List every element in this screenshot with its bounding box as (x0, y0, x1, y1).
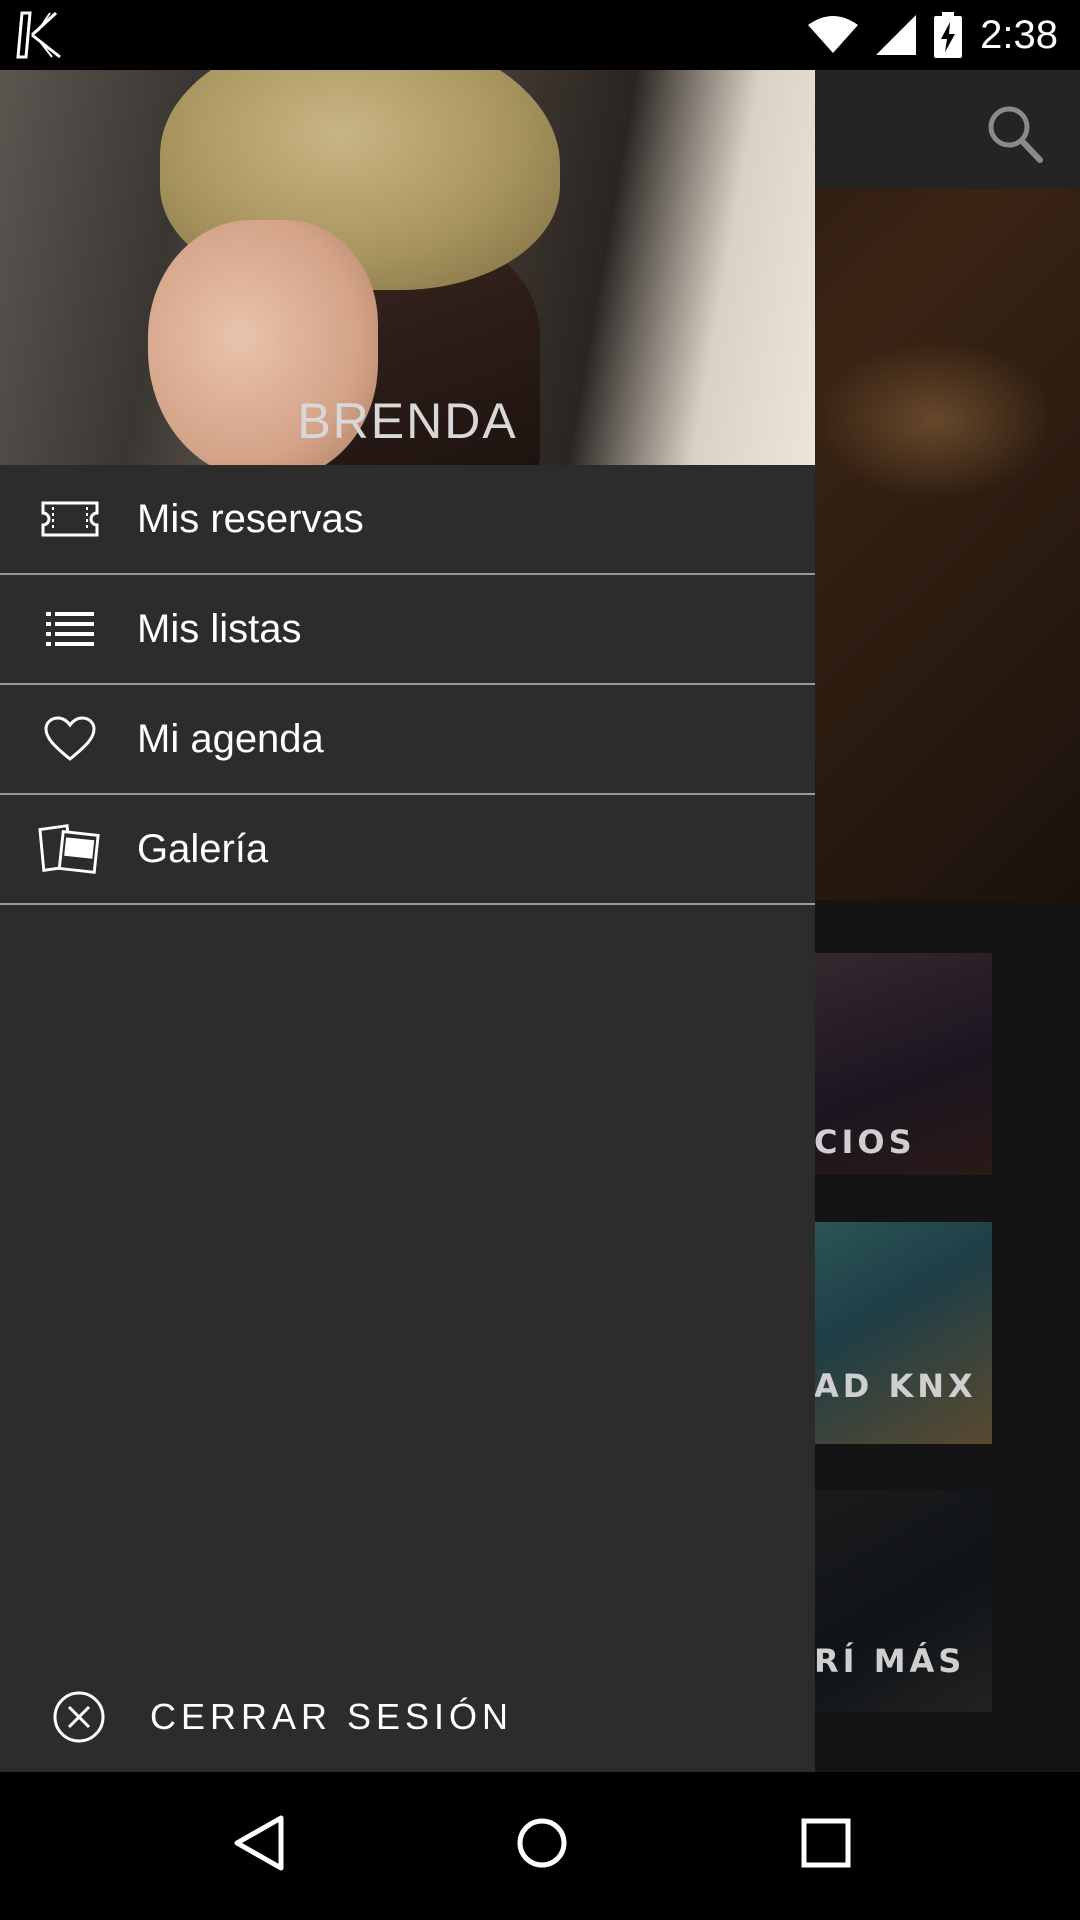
signal-icon (876, 15, 917, 55)
profile-header[interactable]: BRENDA (0, 70, 815, 465)
app-logo-icon (16, 11, 61, 59)
menu-item-label: Galería (137, 826, 269, 871)
heart-icon (38, 707, 102, 771)
menu-item-mi-agenda[interactable]: Mi agenda (0, 685, 815, 795)
menu-item-mis-listas[interactable]: Mis listas (0, 575, 815, 685)
logout-button[interactable]: CERRAR SESIÓN (52, 1687, 513, 1747)
close-circle-icon (53, 1691, 105, 1743)
navigation-drawer: BRENDA Mis reservas Mis listas Mi agenda… (0, 70, 815, 1772)
status-bar: 2:38 (0, 0, 1080, 70)
menu-item-galeria[interactable]: Galería (0, 795, 815, 905)
battery-charging-icon (934, 12, 963, 58)
logout-label: CERRAR SESIÓN (150, 1696, 514, 1737)
clock: 2:38 (980, 12, 1058, 57)
card-label: AD KNX (814, 1367, 977, 1405)
menu-item-mis-reservas[interactable]: Mis reservas (0, 465, 815, 575)
menu-item-label: Mis listas (137, 606, 302, 651)
menu-item-label: Mi agenda (137, 716, 324, 761)
menu-item-label: Mis reservas (137, 496, 364, 541)
ticket-icon (38, 487, 102, 551)
list-icon (38, 597, 102, 661)
wifi-icon (808, 16, 859, 53)
recents-icon[interactable] (800, 1814, 852, 1872)
card-label: CIOS (814, 1123, 916, 1161)
back-icon[interactable] (233, 1814, 285, 1872)
drawer-menu: Mis reservas Mis listas Mi agenda Galerí… (0, 465, 815, 905)
system-nav-bar (0, 1772, 1080, 1920)
photos-icon (38, 817, 102, 881)
home-icon[interactable] (516, 1814, 568, 1872)
card-label: RÍ MÁS (814, 1642, 966, 1680)
user-name: BRENDA (297, 393, 518, 449)
search-icon[interactable] (986, 104, 1044, 164)
